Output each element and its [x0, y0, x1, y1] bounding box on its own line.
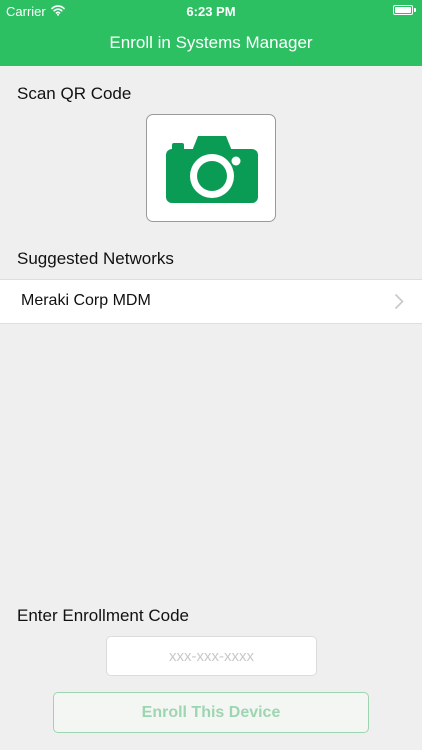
- app-header: Carrier 6:23 PM Enroll in Systems Manage…: [0, 0, 422, 66]
- status-time: 6:23 PM: [186, 4, 236, 19]
- scan-qr-button[interactable]: [146, 114, 276, 222]
- network-item[interactable]: Meraki Corp MDM: [0, 279, 422, 324]
- suggested-networks-label: Suggested Networks: [17, 249, 174, 268]
- page-title: Enroll in Systems Manager: [109, 33, 313, 52]
- chevron-right-icon: [394, 293, 404, 315]
- enroll-device-button[interactable]: Enroll This Device: [53, 692, 369, 733]
- enrollment-code-input[interactable]: [106, 636, 317, 676]
- camera-icon: [166, 136, 258, 203]
- battery-icon: [393, 5, 416, 15]
- status-bar: Carrier 6:23 PM: [0, 0, 422, 22]
- network-item-label: Meraki Corp MDM: [21, 292, 151, 309]
- enrollment-code-label: Enter Enrollment Code: [17, 606, 189, 625]
- scan-qr-label: Scan QR Code: [17, 84, 132, 103]
